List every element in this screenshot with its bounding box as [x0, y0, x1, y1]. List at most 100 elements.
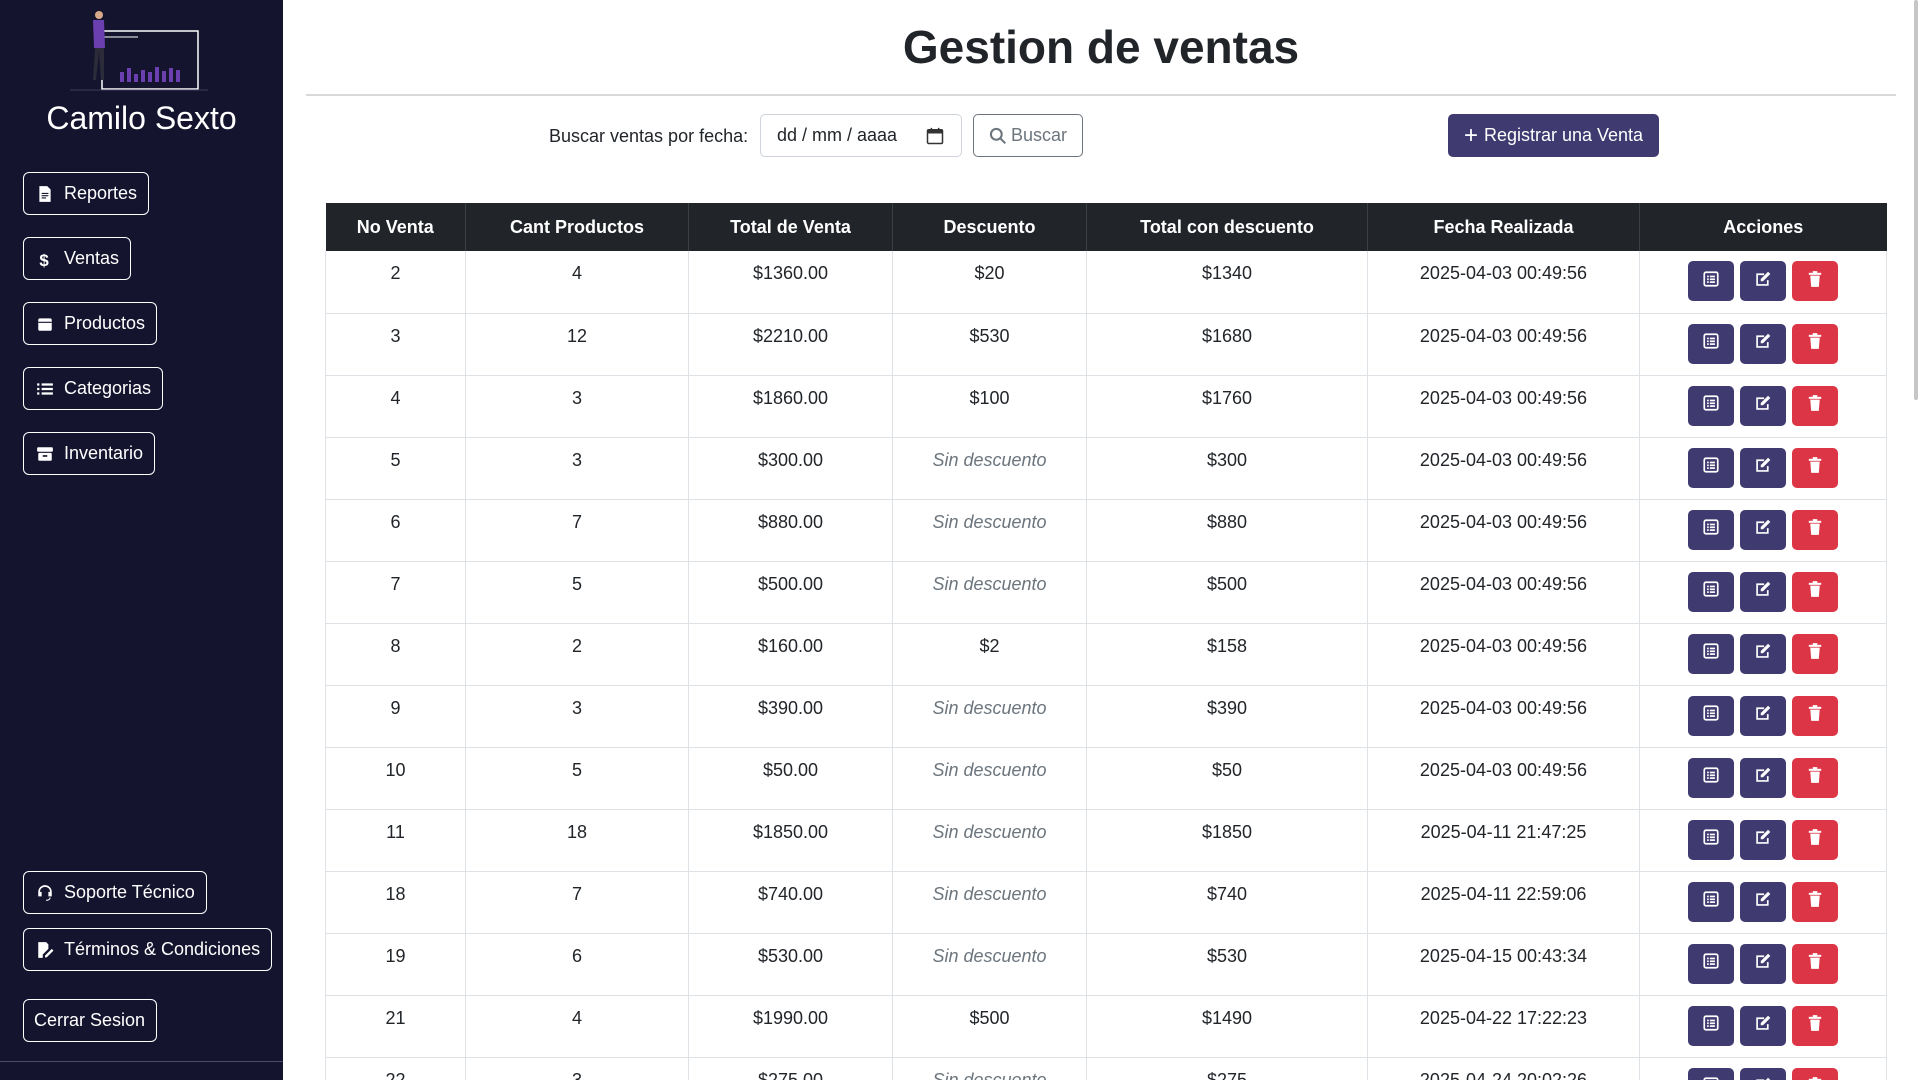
view-details-button[interactable] — [1688, 633, 1734, 674]
sale-date-cell: 2025-04-24 20:02:26 — [1367, 1057, 1640, 1080]
edit-icon — [1754, 1014, 1772, 1037]
sale-number-cell: 9 — [325, 685, 466, 748]
delete-button[interactable] — [1792, 757, 1838, 798]
edit-button[interactable] — [1740, 819, 1786, 860]
view-details-button[interactable] — [1688, 819, 1734, 860]
table-header-row: No Venta Cant Productos Total de Venta D… — [325, 203, 1887, 251]
edit-button[interactable] — [1740, 881, 1786, 922]
sidebar-item-reportes[interactable]: Reportes — [23, 172, 150, 215]
discount-cell: Sin descuento — [892, 871, 1087, 934]
row-actions — [1640, 819, 1886, 860]
actions-cell — [1639, 499, 1887, 562]
sidebar-item-productos[interactable]: Productos — [23, 302, 158, 345]
product-count-cell: 2 — [465, 623, 689, 686]
total-with-discount-cell: $275 — [1086, 1057, 1368, 1080]
discount-cell: $530 — [892, 313, 1087, 376]
total-with-discount-cell: $880 — [1086, 499, 1368, 562]
sidebar-item-inventario[interactable]: Inventario — [23, 432, 156, 475]
delete-button[interactable] — [1792, 1067, 1838, 1080]
file-icon — [34, 183, 56, 205]
edit-button[interactable] — [1740, 323, 1786, 364]
actions-cell — [1639, 809, 1887, 872]
calendar-icon[interactable] — [925, 126, 945, 146]
delete-button[interactable] — [1792, 633, 1838, 674]
sidebar-item-soporte[interactable]: Soporte Técnico — [23, 871, 207, 914]
edit-icon — [1754, 518, 1772, 541]
list-detail-icon — [1702, 394, 1720, 417]
edit-button[interactable] — [1740, 633, 1786, 674]
table-row: 5 3 $300.00 Sin descuento $300 2025-04-03 00:… — [325, 437, 1887, 500]
edit-button[interactable] — [1740, 1067, 1786, 1080]
edit-button[interactable] — [1740, 571, 1786, 612]
delete-button[interactable] — [1792, 819, 1838, 860]
view-details-button[interactable] — [1688, 757, 1734, 798]
register-sale-button[interactable]: + Registrar una Venta — [1448, 114, 1659, 157]
list-detail-icon — [1702, 704, 1720, 727]
delete-button[interactable] — [1792, 385, 1838, 426]
sale-number-cell: 18 — [325, 871, 466, 934]
sidebar-item-label: Reportes — [64, 183, 138, 203]
edit-button[interactable] — [1740, 695, 1786, 736]
table-row: 8 2 $160.00 $2 $158 2025-04-03 00:49:56 — [325, 623, 1887, 686]
edit-icon — [1754, 766, 1772, 789]
view-details-button[interactable] — [1688, 385, 1734, 426]
delete-button[interactable] — [1792, 1005, 1838, 1046]
sale-number-cell: 5 — [325, 437, 466, 500]
delete-button[interactable] — [1792, 943, 1838, 984]
view-details-button[interactable] — [1688, 881, 1734, 922]
row-actions — [1640, 757, 1886, 798]
trash-icon — [1806, 332, 1824, 355]
view-details-button[interactable] — [1688, 943, 1734, 984]
delete-button[interactable] — [1792, 447, 1838, 488]
edit-button[interactable] — [1740, 509, 1786, 550]
edit-button[interactable] — [1740, 757, 1786, 798]
product-count-cell: 6 — [465, 933, 689, 996]
total-with-discount-cell: $1490 — [1086, 995, 1368, 1058]
column-header: No Venta — [325, 203, 466, 251]
delete-button[interactable] — [1792, 509, 1838, 550]
edit-button[interactable] — [1740, 261, 1786, 301]
table-row: 11 18 $1850.00 Sin descuento $1850 2025-04-11… — [325, 809, 1887, 872]
actions-cell — [1639, 375, 1887, 438]
sidebar-item-ventas[interactable]: $ Ventas — [23, 237, 132, 280]
row-actions — [1640, 1005, 1886, 1046]
sidebar-item-categorias[interactable]: Categorias — [23, 367, 164, 410]
list-detail-icon — [1702, 766, 1720, 789]
delete-button[interactable] — [1792, 261, 1838, 301]
edit-button[interactable] — [1740, 1005, 1786, 1046]
view-details-button[interactable] — [1688, 509, 1734, 550]
trash-icon — [1806, 270, 1824, 293]
discount-cell: $500 — [892, 995, 1087, 1058]
view-details-button[interactable] — [1688, 695, 1734, 736]
sale-number-cell: 10 — [325, 747, 466, 810]
sale-date-cell: 2025-04-03 00:49:56 — [1367, 313, 1640, 376]
logout-button[interactable]: Cerrar Sesion — [23, 999, 158, 1042]
edit-button[interactable] — [1740, 447, 1786, 488]
view-details-button[interactable] — [1688, 323, 1734, 364]
edit-button[interactable] — [1740, 385, 1786, 426]
view-details-button[interactable] — [1688, 447, 1734, 488]
user-name: Camilo Sexto — [46, 100, 237, 136]
date-input[interactable]: dd / mm / aaaa — [760, 114, 962, 157]
total-with-discount-cell: $1850 — [1086, 809, 1368, 872]
delete-button[interactable] — [1792, 571, 1838, 612]
view-details-button[interactable] — [1688, 1067, 1734, 1080]
discount-cell: Sin descuento — [892, 561, 1087, 624]
sidebar-item-label: Soporte Técnico — [64, 882, 195, 902]
table-row: 22 3 $275.00 Sin descuento $275 2025-04-24 20… — [325, 1057, 1887, 1080]
box-icon — [34, 313, 56, 335]
sale-total-cell: $160.00 — [688, 623, 893, 686]
trash-icon — [1806, 518, 1824, 541]
edit-button[interactable] — [1740, 943, 1786, 984]
sidebar-item-terminos[interactable]: Términos & Condiciones — [23, 928, 273, 971]
view-details-button[interactable] — [1688, 571, 1734, 612]
view-details-button[interactable] — [1688, 1005, 1734, 1046]
delete-button[interactable] — [1792, 323, 1838, 364]
view-details-button[interactable] — [1688, 261, 1734, 301]
delete-button[interactable] — [1792, 695, 1838, 736]
total-with-discount-cell: $1760 — [1086, 375, 1368, 438]
scrollbar[interactable] — [1914, 0, 1918, 400]
column-header: Descuento — [892, 203, 1087, 251]
search-button[interactable]: Buscar — [973, 114, 1083, 157]
delete-button[interactable] — [1792, 881, 1838, 922]
